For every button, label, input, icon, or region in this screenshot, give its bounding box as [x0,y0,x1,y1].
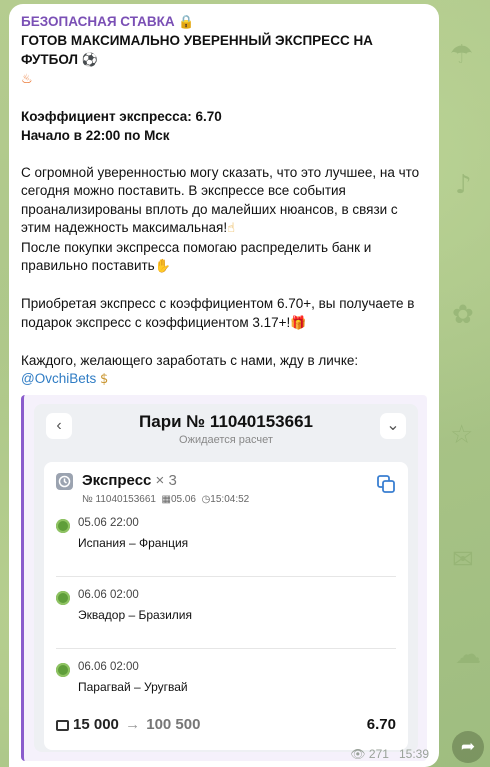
channel-name-text: БЕЗОПАСНАЯ СТАВКА [21,14,175,29]
clock-icon [56,472,73,490]
calendar-icon: ▦ [161,493,171,505]
chevron-down-icon[interactable]: ⌄ [380,412,406,439]
arrow-right-icon: → [125,715,141,733]
doodle-icon: ☆ [450,420,474,450]
soccer-ball-icon: ⚽ [81,52,98,68]
contact-link[interactable]: @OvchiBets [21,371,96,386]
paragraph-gift: Приобретая экспресс с коэффициентом 6.70… [21,296,415,330]
football-icon [56,662,70,677]
event-datetime: 05.06 22:00 [78,516,139,529]
event-teams: Испания – Франция [78,535,189,550]
event-item: 06.06 02:00 Эквадор – Бразилия [56,586,398,646]
paragraph-confidence: С огромной уверенностью могу сказать, чт… [21,164,420,236]
doodle-icon: ♪ [455,170,472,200]
divider [56,575,396,577]
bet-time: 15:04:52 [210,493,250,505]
message-meta: 👁 271 15:39 [350,747,429,761]
event-teams: Парагвай – Уругвай [78,679,188,694]
football-icon [56,518,70,533]
bet-number: № 11040153661 [82,493,156,505]
doodle-icon: ☁ [455,640,481,670]
win-amount: 100 500 [146,715,201,733]
bet-date: 05.06 [170,493,196,505]
bet-screen: ‹ Пари № 11040153661 Ожидается расчет ⌄ … [34,403,418,752]
event-item: 06.06 02:00 Парагвай – Уругвай [56,658,398,718]
start-line: Начало в 22:00 по Мск [21,127,170,143]
money-bag-icon: $ [100,372,109,387]
view-count: 271 [368,747,389,761]
pinched-fingers-icon: ☝ [227,221,236,236]
bet-screenshot[interactable]: ‹ Пари № 11040153661 Ожидается расчет ⌄ … [21,394,427,761]
share-icon[interactable]: ➦ [452,731,484,763]
time-icon: ◷ [201,493,211,505]
doodle-icon: ☂ [450,40,474,70]
bet-meta: № 11040153661 ▦05.06 ◷15:04:52 [82,494,249,505]
wallet-icon [56,719,69,731]
headline: ГОТОВ МАКСИМАЛЬНО УВЕРЕННЫЙ ЭКСПРЕСС НА … [21,33,373,67]
divider [56,647,396,649]
bet-status: Ожидается расчет [179,433,273,446]
channel-name[interactable]: БЕЗОПАСНАЯ СТАВКА 🔒 [21,14,427,30]
coef-line: Коэффициент экспресса: 6.70 [21,109,222,124]
message-bubble: БЕЗОПАСНАЯ СТАВКА 🔒 ГОТОВ МАКСИМАЛЬНО УВ… [9,4,439,767]
event-item: 05.06 22:00 Испания – Франция [56,514,398,574]
paragraph-help: После покупки экспресса помогаю распреде… [21,239,372,274]
doodle-icon: ✿ [452,300,474,330]
event-datetime: 06.06 02:00 [78,660,139,673]
bet-type-text: Экспресс [82,471,152,489]
bet-type: Экспресс × 3 [82,472,177,489]
event-datetime: 06.06 02:00 [78,588,139,601]
total-coef: 6.70 [366,715,396,733]
fire-icon: ♨ [21,72,33,87]
event-teams: Эквадор – Бразилия [78,607,192,622]
message-text: ГОТОВ МАКСИМАЛЬНО УВЕРЕННЫЙ ЭКСПРЕСС НА … [21,32,427,390]
bet-slip: Экспресс × 3 № 11040153661 ▦05.06 ◷15:04… [44,461,408,750]
football-icon [56,590,70,605]
stake-amount: 15 000 [73,715,119,733]
lock-icon: 🔒 [178,15,195,30]
bet-header: ‹ Пари № 11040153661 Ожидается расчет ⌄ [44,404,408,452]
back-chevron-icon[interactable]: ‹ [46,412,72,439]
doodle-icon: ✉ [452,545,474,575]
slip-header: Экспресс × 3 № 11040153661 ▦05.06 ◷15:04… [44,462,408,517]
message-time: 15:39 [398,747,429,761]
bet-title: Пари № 11040153661 [139,411,313,431]
copy-icon[interactable] [376,474,396,494]
views-icon: 👁 [350,747,366,761]
bet-footer: 15 000 → 100 500 6.70 [56,716,396,740]
paragraph-contact: Каждого, желающего заработать с нами, жд… [21,352,359,368]
handshake-icon: ✋ [154,259,171,274]
bet-count: × 3 [155,471,177,489]
gift-icon: 🎁 [290,315,307,331]
